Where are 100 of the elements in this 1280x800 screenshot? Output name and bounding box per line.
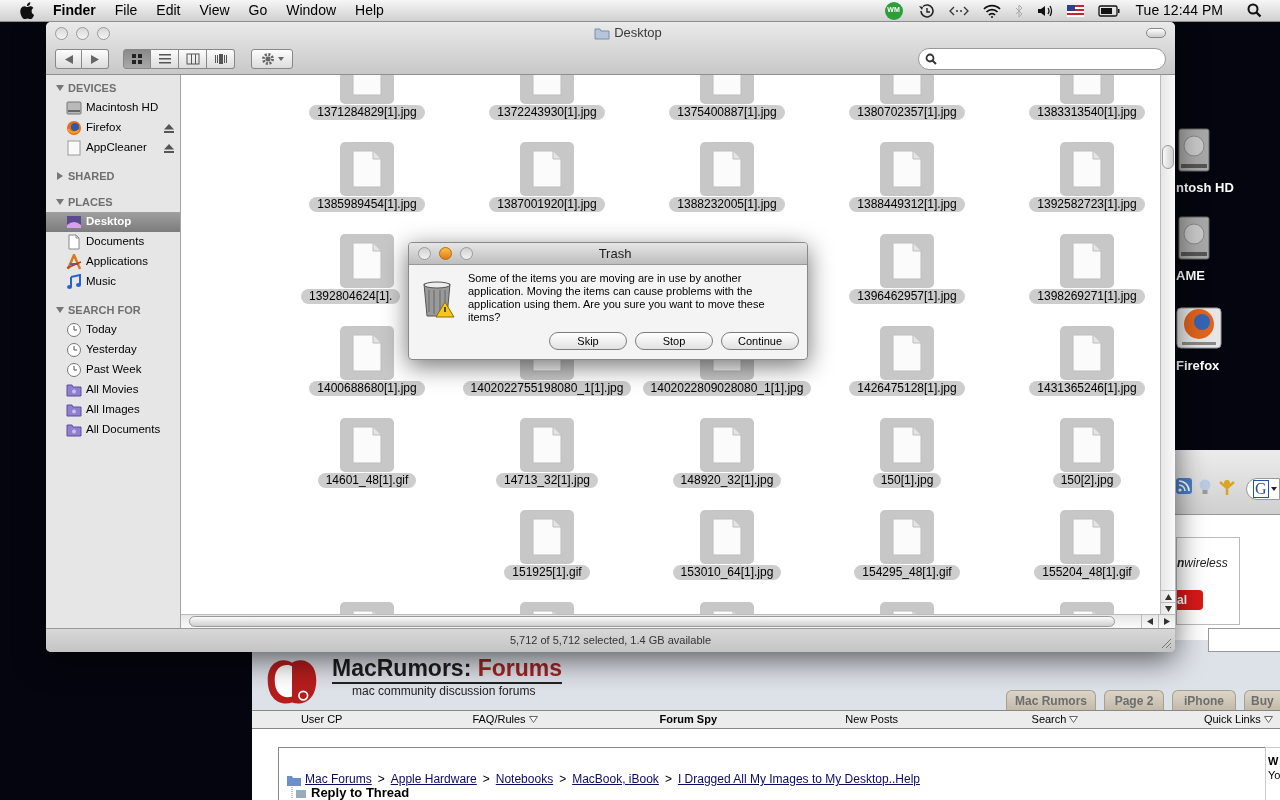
file-name[interactable]: 150[1].jpg (872, 473, 942, 488)
menu-item[interactable]: Finder (53, 0, 96, 21)
menu-item[interactable]: Help (355, 0, 384, 21)
menu-clock[interactable]: Tue 12:44 PM (1135, 0, 1223, 21)
hard-drive-icon[interactable] (1178, 128, 1210, 172)
sidebar-item[interactable]: Yesterday (46, 340, 180, 360)
eject-icon[interactable] (164, 143, 174, 153)
advertisement[interactable]: nwireless al (1176, 537, 1240, 625)
columns-icon[interactable] (185, 52, 200, 66)
battery-icon[interactable] (1097, 4, 1120, 17)
file-name[interactable]: 150[2].jpg (1052, 473, 1122, 488)
nav-link[interactable]: New Posts (845, 711, 898, 728)
grid-icon[interactable] (130, 52, 144, 66)
rss-icon[interactable] (1176, 478, 1192, 494)
column-view-button[interactable] (179, 49, 207, 69)
sidebar-item[interactable]: Past Week (46, 360, 180, 380)
gear-icon[interactable] (260, 52, 275, 66)
disclosure-triangle-icon[interactable] (56, 306, 64, 314)
close-button[interactable] (55, 26, 68, 40)
sidebar-item[interactable]: All Images (46, 400, 180, 420)
wifi-icon[interactable] (982, 3, 1001, 18)
nav-link[interactable]: Search (1031, 711, 1079, 728)
cover-flow-button[interactable] (207, 49, 235, 69)
right-arrow-icon[interactable] (1164, 618, 1170, 625)
menu-item[interactable]: Go (248, 0, 268, 21)
file-name[interactable]: 1371284829[1].jpg (309, 105, 425, 120)
file-name[interactable]: 1385989454[1].jpg (309, 197, 425, 212)
scroll-thumb[interactable] (1162, 145, 1174, 169)
file-name[interactable]: 1400688680[1].jpg (309, 381, 425, 396)
breadcrumb-link[interactable]: Apple Hardware (390, 773, 477, 786)
file-name[interactable]: 1431365246[1].jpg (1029, 381, 1145, 396)
close-button[interactable] (418, 247, 431, 260)
breadcrumb-link[interactable]: Notebooks (495, 773, 554, 786)
left-arrow-icon[interactable] (1147, 618, 1153, 625)
file-name[interactable]: 1402022755198080_1[1].jpg (462, 381, 632, 396)
sidebar-item[interactable]: All Movies (46, 380, 180, 400)
file-name[interactable]: 148920_32[1].jpg (672, 473, 782, 488)
dialog-button[interactable]: Stop (635, 332, 713, 350)
search-field[interactable] (918, 48, 1166, 70)
flag-icon[interactable] (1066, 4, 1084, 17)
firefox-drive-icon[interactable] (1176, 304, 1222, 350)
nav-link[interactable]: FAQ/Rules (472, 711, 538, 728)
folder-icon[interactable] (287, 773, 301, 786)
sidebar-item[interactable]: AppCleaner (46, 138, 180, 158)
file-name[interactable]: 1380702357[1].jpg (849, 105, 965, 120)
file-name[interactable]: 155204_48[1].gif (1034, 565, 1140, 580)
sidebar-section-header[interactable]: DEVICES (46, 80, 180, 96)
site-title[interactable]: MacRumors: Forums (332, 654, 563, 684)
file-name[interactable]: 1426475128[1].jpg (849, 381, 965, 396)
toolbar-toggle-button[interactable] (1146, 28, 1166, 38)
nav-link[interactable]: Forum Spy (659, 711, 718, 728)
left-arrow-icon[interactable] (64, 54, 73, 64)
right-arrow-icon[interactable] (91, 54, 99, 64)
sidebar-item[interactable]: Documents (46, 232, 180, 252)
nav-link[interactable]: User CP (300, 711, 343, 728)
breadcrumb-link[interactable]: Mac Forums (305, 773, 372, 786)
disclosure-triangle-icon[interactable] (56, 172, 64, 180)
file-name[interactable]: 1392804624[1]. (301, 289, 401, 304)
breadcrumb-link[interactable]: MacBook, iBook (572, 773, 659, 786)
file-name[interactable]: 1383313540[1].jpg (1029, 105, 1145, 120)
file-name[interactable]: 151925[1].gif (504, 565, 590, 580)
eject-icon[interactable] (164, 123, 174, 133)
action-menu-button[interactable] (251, 49, 293, 69)
zoom-button[interactable] (460, 247, 473, 260)
ad-button[interactable]: al (1177, 590, 1203, 610)
bluetooth-icon[interactable] (1014, 3, 1023, 18)
breadcrumb-link[interactable]: I Dragged All My Images to My Desktop..Help (677, 773, 920, 786)
sidebar-section-header[interactable]: SEARCH FOR (46, 302, 180, 318)
file-name[interactable]: 154295_48[1].gif (854, 565, 960, 580)
file-name[interactable]: 153010_64[1].jpg (672, 565, 782, 580)
file-name[interactable]: 1388232005[1].jpg (669, 197, 785, 212)
hard-drive-icon[interactable] (1178, 216, 1210, 260)
time-machine-icon[interactable] (916, 2, 935, 19)
scroll-thumb[interactable] (189, 616, 1115, 627)
file-name[interactable]: 1387001920[1].jpg (489, 197, 605, 212)
sidebar-item[interactable]: Music (46, 272, 180, 292)
file-name[interactable]: 1388449312[1].jpg (849, 197, 965, 212)
caret-icon[interactable] (1270, 487, 1277, 491)
dialog-button[interactable]: Skip (549, 332, 627, 350)
volume-icon[interactable] (1036, 3, 1053, 18)
dropdown-caret-icon[interactable] (1069, 716, 1079, 723)
dropdown-caret-icon[interactable] (528, 716, 538, 723)
minimize-button[interactable] (76, 26, 89, 40)
sidebar-section-header[interactable]: SHARED (46, 168, 180, 184)
dropdown-caret-icon[interactable] (1263, 716, 1273, 723)
search-engine-button[interactable]: G (1246, 478, 1280, 500)
sidebar-item[interactable]: Applications (46, 252, 180, 272)
list-icon[interactable] (157, 52, 172, 66)
code-brackets-icon[interactable] (948, 5, 969, 16)
file-name[interactable]: 1402022809028080_1[1].jpg (642, 381, 812, 396)
text-field[interactable] (1208, 628, 1280, 652)
sidebar-item[interactable]: Macintosh HD (46, 98, 180, 118)
file-name[interactable]: 1392582723[1].jpg (1029, 197, 1145, 212)
file-name[interactable]: 1372243930[1].jpg (489, 105, 605, 120)
sidebar-item[interactable]: Firefox (46, 118, 180, 138)
file-name[interactable]: 1396462957[1].jpg (849, 289, 965, 304)
file-name[interactable]: 1398269271[1].jpg (1029, 289, 1145, 304)
icon-view-button[interactable] (123, 49, 151, 69)
menu-item[interactable]: View (199, 0, 230, 21)
file-name[interactable]: 1375400887[1].jpg (669, 105, 785, 120)
